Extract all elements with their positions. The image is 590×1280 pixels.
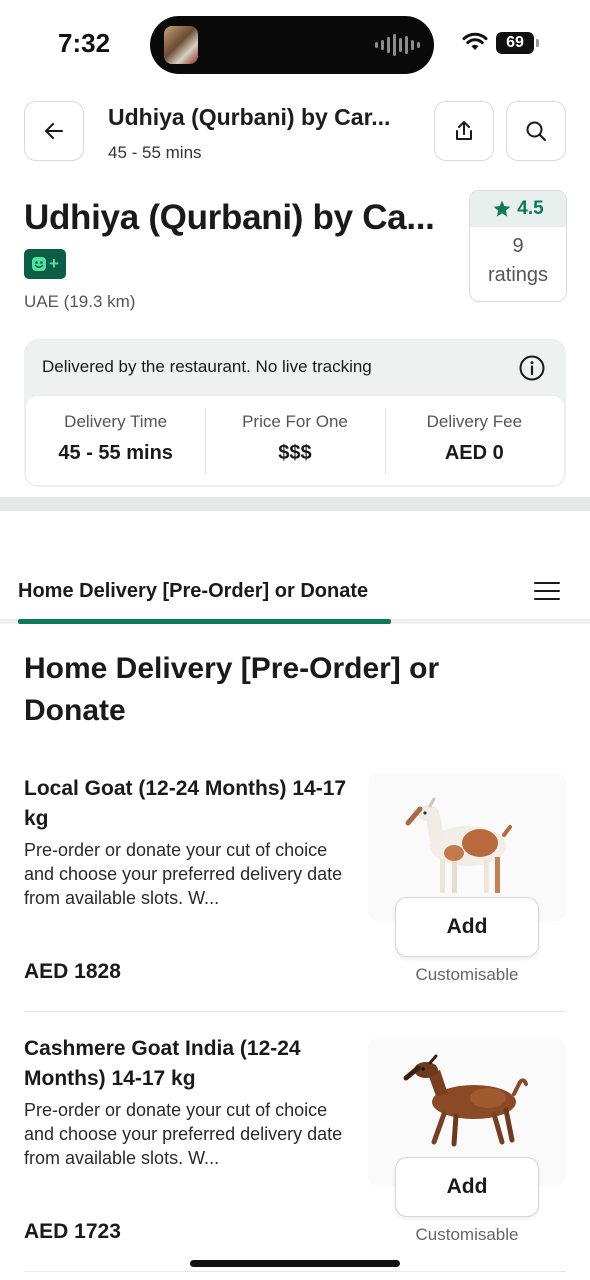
now-playing-thumbnail — [164, 26, 198, 64]
share-icon — [456, 121, 472, 140]
customisable-label: Customisable — [415, 965, 519, 984]
stat-value: AED 0 — [444, 442, 504, 464]
delivery-note: Delivered by the restaurant. No live tra… — [42, 357, 372, 376]
menu-item-name[interactable]: Cashmere Goat India (12-24 Months) 14-17… — [24, 1034, 354, 1094]
menu-item-description: Pre-order or donate your cut of choice a… — [24, 840, 343, 908]
plus-badge-label: + — [49, 254, 59, 273]
restaurant-location: UAE (19.3 km) — [24, 292, 136, 311]
restaurant-name: Udhiya (Qurbani) by Ca... — [24, 198, 435, 237]
search-icon — [526, 121, 546, 141]
star-icon — [493, 200, 511, 217]
menu-icon[interactable] — [534, 580, 560, 602]
audio-wave-icon — [375, 34, 420, 56]
stat-delivery-fee: Delivery Fee AED 0 — [384, 396, 564, 485]
rating-score: 4.5 — [470, 191, 566, 227]
section-title: Home Delivery [Pre-Order] or Donate — [24, 652, 440, 727]
menu-item-name[interactable]: Local Goat (12-24 Months) 14-17 kg — [24, 774, 354, 834]
stat-delivery-time: Delivery Time 45 - 55 mins — [26, 396, 205, 485]
stat-label: Delivery Fee — [426, 412, 523, 431]
header-title: Udhiya (Qurbani) by Car... — [108, 104, 391, 130]
menu-item-price: AED 1828 — [24, 960, 121, 983]
share-button[interactable] — [434, 101, 494, 161]
search-button[interactable] — [506, 101, 566, 161]
rating-box[interactable]: 4.5 9 ratings — [469, 190, 567, 302]
plus-membership-badge[interactable]: + — [24, 249, 66, 279]
arrow-left-icon — [45, 123, 63, 139]
add-button[interactable]: Add — [395, 897, 539, 957]
status-time: 7:32 — [58, 28, 111, 58]
smiley-icon — [32, 257, 47, 271]
dynamic-island[interactable] — [150, 16, 434, 74]
back-button[interactable] — [24, 101, 84, 161]
stat-value: 45 - 55 mins — [58, 442, 173, 464]
item-divider — [24, 1011, 566, 1012]
stat-value: $$$ — [278, 442, 312, 464]
tab-home-delivery[interactable]: Home Delivery [Pre-Order] or Donate — [18, 580, 368, 603]
battery-indicator: 69 — [496, 32, 539, 54]
wifi-icon — [462, 32, 488, 50]
home-indicator[interactable] — [190, 1260, 400, 1267]
delivery-info-card: Delivered by the restaurant. No live tra… — [24, 339, 566, 487]
header-delivery-time: 45 - 55 mins — [108, 143, 202, 162]
customisable-label: Customisable — [415, 1225, 519, 1244]
menu-item-description: Pre-order or donate your cut of choice a… — [24, 1100, 343, 1168]
rating-value: 4.5 — [517, 198, 544, 219]
stat-label: Delivery Time — [64, 412, 168, 431]
item-divider — [24, 1271, 566, 1272]
menu-item-price: AED 1723 — [24, 1220, 121, 1243]
status-bar: 7:32 69 — [0, 0, 590, 90]
stat-price-for-one: Price For One $$$ — [205, 396, 384, 485]
rating-label: ratings — [487, 264, 549, 286]
delivery-stats: Delivery Time 45 - 55 mins Price For One… — [25, 395, 565, 486]
tab-active-indicator — [18, 619, 391, 624]
stat-label: Price For One — [242, 412, 348, 431]
rating-count: 9 — [512, 235, 524, 257]
section-divider — [0, 497, 590, 511]
info-icon[interactable] — [518, 354, 546, 382]
add-button[interactable]: Add — [395, 1157, 539, 1217]
